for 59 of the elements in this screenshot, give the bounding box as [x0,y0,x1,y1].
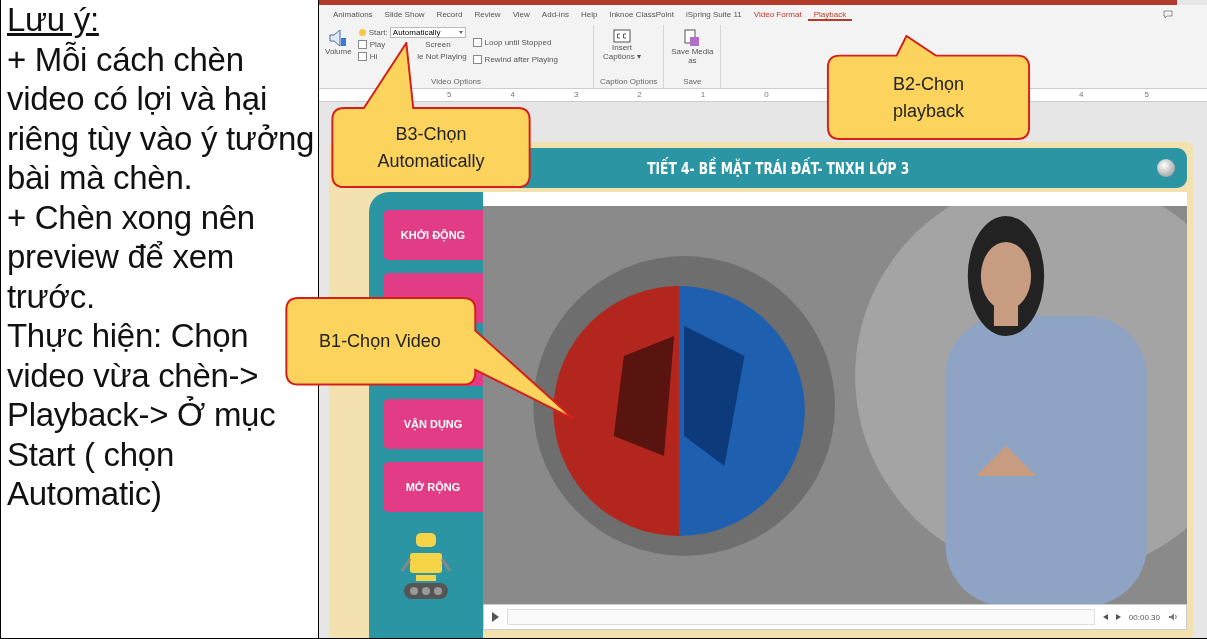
ribbon-tab[interactable]: Record [430,9,469,21]
start-label: Start: [368,28,388,37]
group-label: Save [682,77,703,86]
time-display: 00:00.30 [1128,612,1160,622]
ribbon-tab[interactable]: Inknoe ClassPoint [603,9,680,21]
ruler-number: 4 [1079,90,1084,100]
checkbox-label: Screen [425,40,451,49]
note-paragraph: Thực hiện: Chọn video vừa chèn-> Playback-> Ở mục Start ( chọn Automatic) [7,316,277,514]
ribbon-tab[interactable]: Video Format [747,9,808,21]
checkbox[interactable] [357,52,367,61]
note-title: Lưu ý: [7,0,99,40]
checkbox[interactable] [472,55,482,64]
insert-captions-button[interactable]: Insert Captions ▾ [600,27,644,61]
note-paragraph: + Chèn xong nên preview để xem trước. [7,197,256,316]
ribbon-tab[interactable]: Review [468,9,507,21]
checkbox-label: Rewind after Playing [484,55,558,64]
checkbox[interactable] [357,40,367,49]
group-label: Caption Options [600,77,658,86]
callout-tooltip: B2-Chọn playback [826,35,1031,140]
ribbon-tab[interactable]: Add-ins [535,9,575,21]
ruler-number: 5 [447,90,452,100]
checkbox-label: Play [369,40,386,49]
comment-icon[interactable] [1163,10,1173,19]
checkbox-label: Loop until Stopped [484,38,552,47]
robot-drawing [398,531,454,601]
ribbon-tab[interactable]: Slide Show [378,9,431,21]
speaker-icon [328,29,349,47]
captions-icon [613,29,631,43]
slide-title: TIẾT 4- BỀ MẶT TRÁI ĐẤT- TNXH LỚP 3 [646,158,910,178]
checkbox-label: Hi [369,52,378,61]
menu-button[interactable]: MỞ RỘNG [383,462,483,512]
round-button[interactable] [1157,159,1175,177]
ruler-number: 2 [637,90,642,100]
start-icon [357,28,367,37]
start-dropdown[interactable]: Automatically [389,27,466,38]
menu-button[interactable]: KHỞI ĐỘNG [383,210,483,260]
menu-button[interactable]: VẬN DỤNG [383,399,483,449]
ribbon-tab[interactable]: Animations [327,9,379,21]
checkbox-label: le Not Playing [417,52,467,61]
ruler-number: 5 [1144,90,1149,100]
ribbon-tab[interactable]: Help [574,9,604,21]
step-forward-icon[interactable] [1115,614,1121,620]
ribbon-tab[interactable]: Playback [807,9,853,21]
ribbon-tab[interactable]: iSpring Suite 11 [679,9,748,21]
play-icon[interactable] [492,612,499,622]
checkbox[interactable] [472,38,482,47]
ruler-number: 3 [573,90,579,100]
volume-button[interactable]: Volume [325,27,352,65]
ruler-number: 0 [764,90,769,100]
ribbon-tab[interactable]: View [506,9,536,21]
step-back-icon[interactable] [1102,614,1108,620]
note-paragraph: + Mỗi cách chèn video có lợi và hại riêng tùy vào ý tưởng bài mà chèn. [7,39,316,198]
ruler-number: 4 [510,90,515,100]
save-media-button[interactable]: Save Media as [670,27,715,65]
save-media-icon [684,29,701,47]
group-label: Video Options [429,77,483,86]
caret-icon [458,31,463,34]
ruler-number: 1 [700,90,706,100]
volume-icon[interactable] [1168,613,1178,621]
